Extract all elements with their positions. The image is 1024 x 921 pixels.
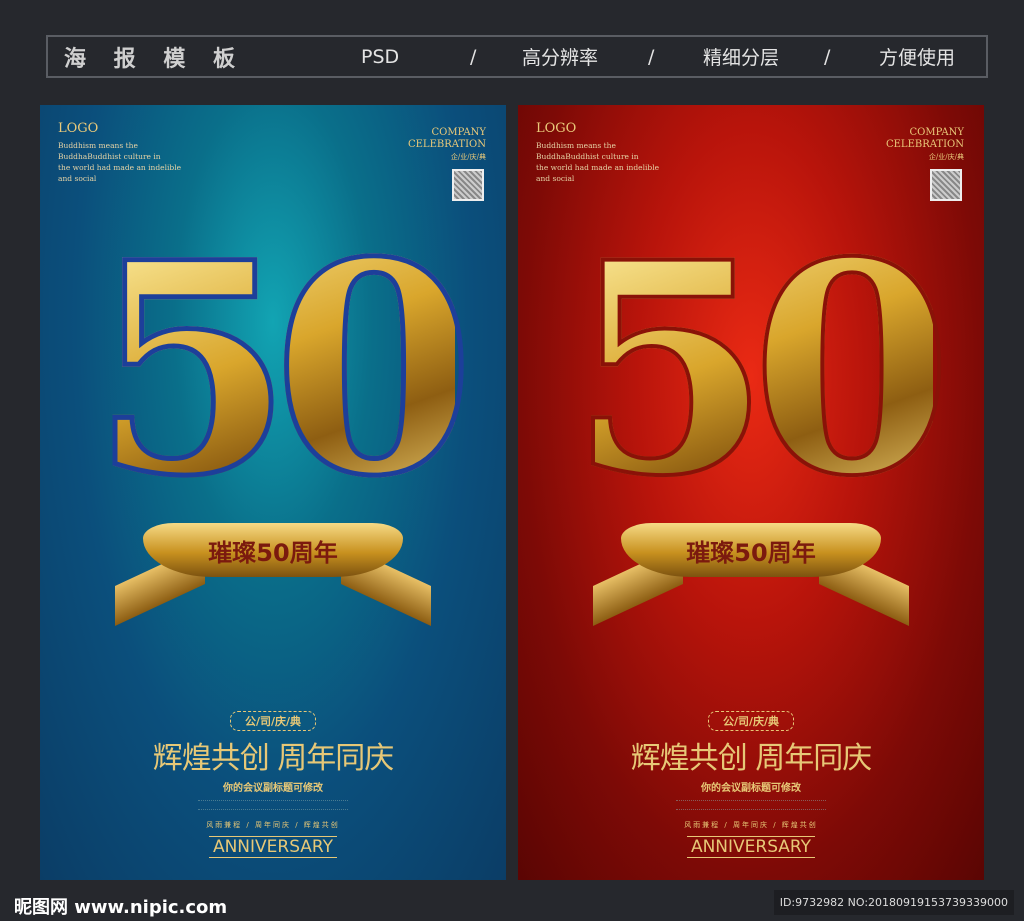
feature-layers: 精细分层: [703, 47, 780, 69]
logo-description: Buddhism means the BuddhaBuddhist culture…: [536, 141, 660, 183]
poster-red: LOGO Buddhism means the BuddhaBuddhist cu…: [518, 105, 984, 880]
big-number: 50: [89, 200, 478, 540]
company-celebration: COMPANY CELEBRATION 企/业/庆/典: [407, 127, 486, 161]
subtitle: 你的会议副标题可修改: [701, 783, 801, 794]
bottom-text: 公/司/庆/典 辉煌共创 周年同庆 你的会议副标题可修改 风雨兼程 / 周年同庆…: [518, 710, 984, 858]
image-id: ID:9732982 NO:20180919153739339000: [773, 890, 1014, 915]
separator: /: [648, 45, 655, 68]
slogan-words: 风雨兼程 / 周年同庆 / 辉煌共创: [206, 821, 340, 829]
slogan-words: 风雨兼程 / 周年同庆 / 辉煌共创: [684, 821, 818, 829]
company-celebration: COMPANY CELEBRATION 企/业/庆/典: [885, 127, 964, 161]
poster-blue: LOGO Buddhism means the BuddhaBuddhist cu…: [40, 105, 506, 880]
feature-easy: 方便使用: [879, 47, 956, 69]
ribbon-banner: 璀璨50周年: [143, 523, 403, 577]
feature-resolution: 高分辨率: [522, 47, 599, 69]
headline: 辉煌共创 周年同庆: [152, 741, 395, 776]
logo-description: Buddhism means the BuddhaBuddhist culture…: [58, 141, 182, 183]
brand-title: 海 报 模 板: [64, 46, 245, 72]
headline: 辉煌共创 周年同庆: [630, 741, 873, 776]
bottom-text: 公/司/庆/典 辉煌共创 周年同庆 你的会议副标题可修改 风雨兼程 / 周年同庆…: [40, 710, 506, 858]
separator: /: [824, 45, 831, 68]
anniversary: ANNIVERSARY: [686, 836, 816, 858]
tag: 公/司/庆/典: [229, 711, 317, 731]
qr-code-icon: [930, 169, 962, 201]
ribbon-banner: 璀璨50周年: [621, 523, 881, 577]
feature-psd: PSD: [361, 45, 400, 68]
fine-print: [198, 800, 348, 810]
header-bar: 海 报 模 板 PSD / 高分辨率 / 精细分层 / 方便使用: [46, 35, 988, 78]
separator: /: [470, 45, 477, 68]
tag: 公/司/庆/典: [707, 711, 795, 731]
logo-text: LOGO: [58, 121, 99, 136]
big-number: 50: [567, 200, 955, 540]
site-watermark: 昵图网 www.nipic.com: [14, 897, 228, 918]
fine-print: [676, 800, 826, 810]
logo-text: LOGO: [536, 121, 577, 136]
qr-code-icon: [452, 169, 484, 201]
subtitle: 你的会议副标题可修改: [223, 783, 323, 794]
anniversary: ANNIVERSARY: [208, 836, 338, 858]
